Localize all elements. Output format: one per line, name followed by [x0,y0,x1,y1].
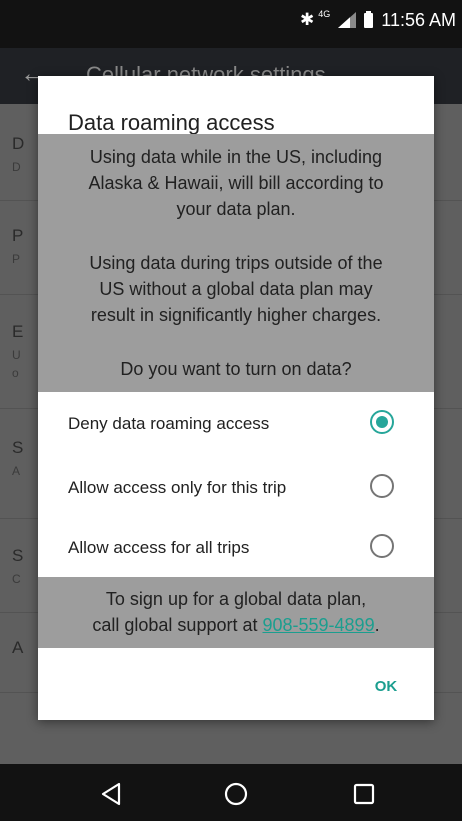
message-line: result in significantly higher charges. [90,305,382,325]
option-allow-all-trips[interactable]: Allow access for all trips [38,516,434,580]
radio-unchecked-icon[interactable] [370,534,394,558]
message-line: Using data while in the US, including [89,147,383,167]
footer-line-1: To sign up for a global data plan, [105,589,367,609]
recents-square-icon[interactable] [350,780,378,808]
status-time: 11:56 AM [381,9,456,30]
message-question: Do you want to turn on data? [120,359,352,379]
message-line: Alaska & Hawaii, will bill according to [88,173,384,193]
list-item-title: S [12,546,24,565]
battery-icon [364,10,374,28]
list-item-subtitle: o [12,366,19,380]
list-item-title: E [12,322,24,341]
list-item-title: S [12,438,24,457]
bluetooth-icon: ✱ [300,10,315,29]
dialog-title: Data roaming access [68,110,275,135]
message-line: your data plan. [176,199,296,219]
list-item-title: D [12,134,25,153]
footer-suffix: . [374,615,380,635]
message-paragraph-2: Using data during trips outside of the U… [38,250,434,328]
list-item-subtitle: D [12,160,21,174]
status-icons: ✱ 4G 11:56 AM [300,8,456,32]
list-item-subtitle: C [12,572,21,586]
list-item-title: A [12,638,24,657]
option-label: Allow access for all trips [68,538,250,557]
option-deny[interactable]: Deny data roaming access [38,392,434,456]
back-triangle-icon[interactable] [97,780,125,808]
option-label: Deny data roaming access [68,414,270,433]
footer-line-2: call global support at 908-559-4899. [38,612,434,638]
home-circle-icon[interactable] [222,780,250,808]
signal-icon [338,12,357,28]
radio-unchecked-icon[interactable] [370,474,394,498]
footer-prefix: call global support at [92,615,263,635]
dialog-footer-message: To sign up for a global data plan, call … [38,577,434,648]
roaming-dialog: Data roaming access Using data while in … [38,76,434,720]
list-item-subtitle: A [12,464,21,478]
list-item-subtitle: P [12,252,21,266]
option-allow-this-trip[interactable]: Allow access only for this trip [38,456,434,520]
status-bar: ✱ 4G 11:56 AM [0,0,462,48]
dialog-message: Using data while in the US, including Al… [38,134,434,392]
list-item-subtitle: U [12,348,21,362]
support-phone-link[interactable]: 908-559-4899 [262,615,374,635]
nav-bar [0,764,462,821]
network-type-label: 4G [318,9,331,19]
list-item-title: P [12,226,24,245]
message-paragraph-1: Using data while in the US, including Al… [38,144,434,222]
option-label: Allow access only for this trip [68,478,287,497]
radio-checked-icon[interactable] [370,410,394,434]
message-line: US without a global data plan may [99,279,373,299]
ok-button[interactable]: OK [356,672,416,702]
message-line: Using data during trips outside of the [89,253,383,273]
